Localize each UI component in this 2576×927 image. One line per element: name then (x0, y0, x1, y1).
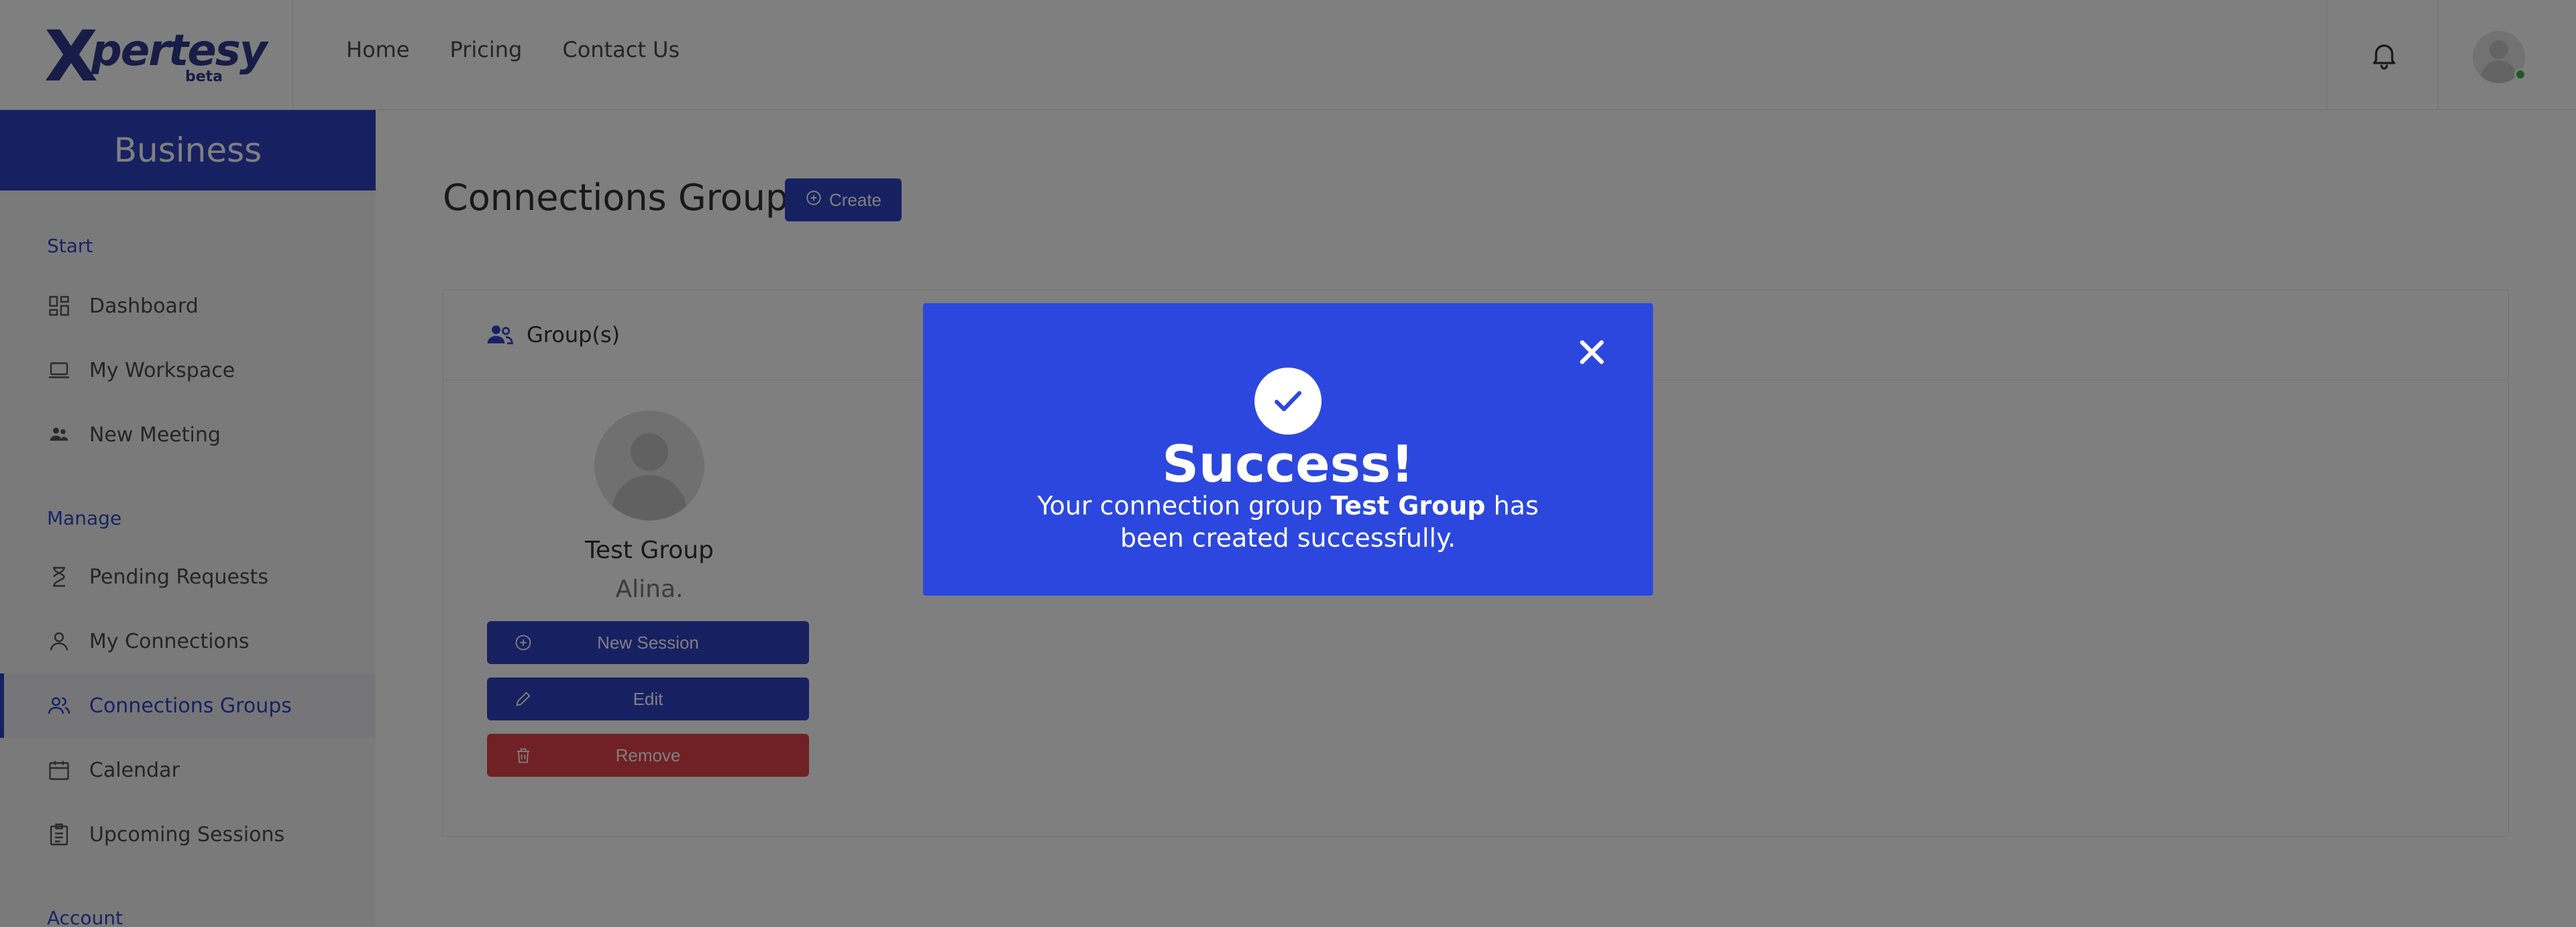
message-prefix: Your connection group (1037, 491, 1331, 521)
checkmark-icon (1254, 368, 1322, 435)
close-icon[interactable] (1572, 333, 1611, 372)
success-modal: Success! Your connection group Test Grou… (923, 303, 1653, 596)
modal-title: Success! (1162, 434, 1414, 494)
modal-message: Your connection group Test Group has bee… (1010, 490, 1566, 554)
message-group-name: Test Group (1330, 491, 1486, 521)
